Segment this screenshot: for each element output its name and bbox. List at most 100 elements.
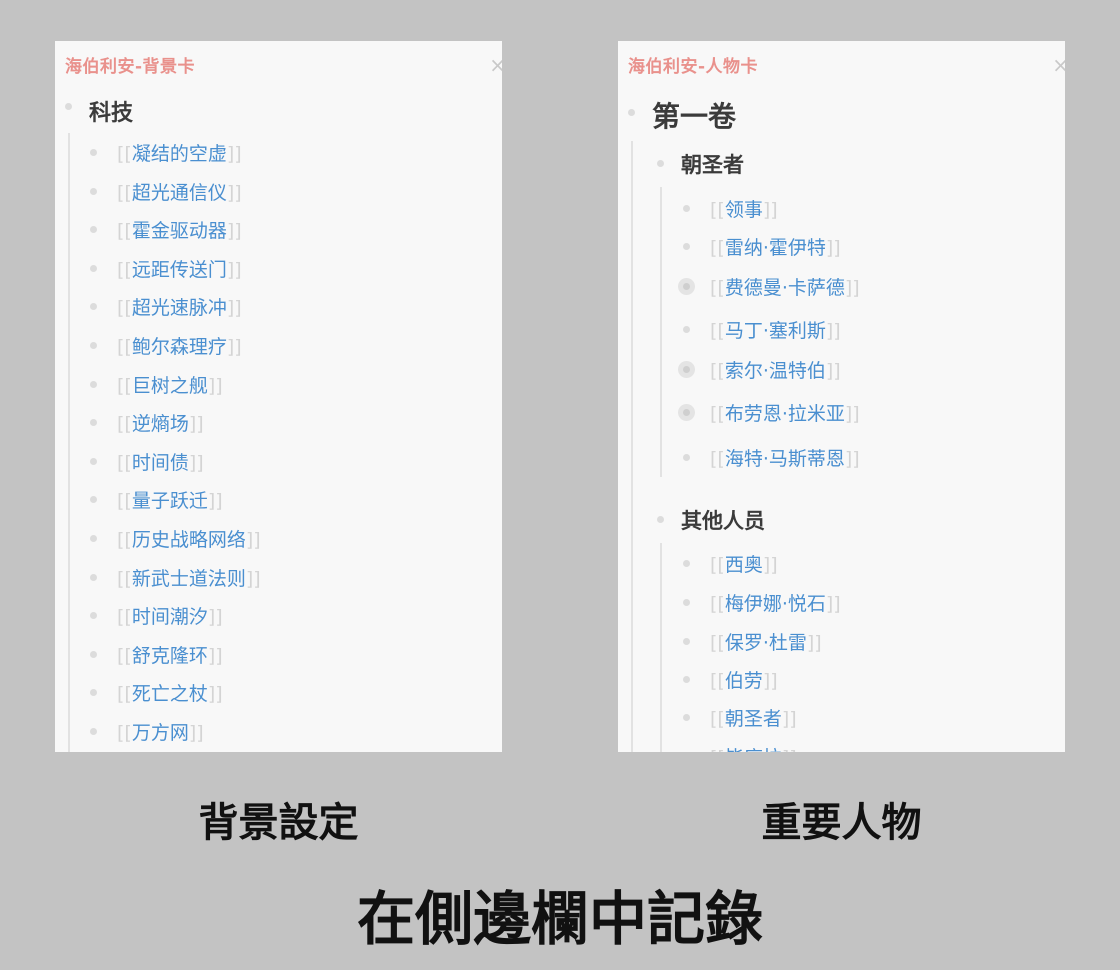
wiki-link-item[interactable]: [[量子跃迁]] bbox=[117, 486, 223, 513]
bullet-icon[interactable] bbox=[90, 380, 97, 388]
group-heading: 其他人员 bbox=[681, 509, 765, 533]
bullet-icon[interactable] bbox=[683, 560, 690, 567]
indent-guide bbox=[660, 543, 662, 752]
bullet-icon[interactable] bbox=[90, 226, 97, 234]
wiki-link-item[interactable]: [[保罗·杜雷]] bbox=[710, 628, 822, 655]
close-icon[interactable]: × bbox=[489, 53, 502, 77]
volume-bullet-icon[interactable] bbox=[628, 109, 635, 116]
wiki-link-text: 保罗·杜雷 bbox=[724, 632, 807, 654]
wiki-link-item[interactable]: [[时间潮汐]] bbox=[117, 602, 223, 629]
wiki-link-text: 索尔·温特伯 bbox=[724, 360, 826, 382]
indent-guide bbox=[660, 187, 662, 477]
group-bullet-icon[interactable] bbox=[657, 516, 664, 523]
wiki-link-item[interactable]: [[西奥]] bbox=[710, 550, 778, 577]
collapsed-bullet-icon[interactable] bbox=[678, 404, 695, 421]
wiki-link-item[interactable]: [[历史战略网络]] bbox=[117, 525, 261, 552]
wiki-link-text: 量子跃迁 bbox=[131, 490, 208, 513]
wiki-link-text: 舒克隆环 bbox=[131, 644, 208, 667]
panel-title: 海伯利安-背景卡 bbox=[65, 57, 196, 77]
wiki-link-item[interactable]: [[索尔·温特伯]] bbox=[710, 356, 841, 383]
indent-guide bbox=[631, 141, 633, 752]
wiki-link-item[interactable]: [[逆熵场]] bbox=[117, 409, 204, 436]
wiki-link-text: 凝结的空虚 bbox=[131, 143, 227, 165]
wiki-link-text: 海特·马斯蒂恩 bbox=[724, 448, 845, 470]
wiki-link-item[interactable]: [[朝圣者]] bbox=[710, 704, 797, 731]
wiki-link-text: 霍金驱动器 bbox=[131, 220, 227, 243]
bullet-icon[interactable] bbox=[90, 612, 97, 620]
wiki-link-text: 远距传送门 bbox=[131, 258, 227, 281]
wiki-link-text: 毕底拉 bbox=[725, 747, 782, 752]
bullet-icon[interactable] bbox=[683, 714, 690, 721]
close-icon[interactable]: × bbox=[1052, 53, 1065, 77]
wiki-link-item[interactable]: [[远距传送门]] bbox=[117, 255, 242, 282]
wiki-link-text: 朝圣者 bbox=[724, 708, 782, 730]
wiki-link-text: 超光速脉冲 bbox=[131, 297, 227, 320]
bullet-icon[interactable] bbox=[683, 676, 690, 683]
wiki-link-item[interactable]: [[霍金驱动器]] bbox=[117, 216, 242, 243]
section-bullet-icon[interactable] bbox=[65, 103, 72, 110]
bullet-icon[interactable] bbox=[90, 264, 97, 272]
bullet-icon[interactable] bbox=[683, 243, 690, 250]
wiki-link-item[interactable]: [[超光速脉冲]] bbox=[117, 293, 242, 320]
volume-heading: 第一卷 bbox=[652, 100, 737, 133]
wiki-link-text: 梅伊娜·悦石 bbox=[724, 593, 826, 615]
wiki-link-text: 伯劳 bbox=[724, 670, 763, 692]
bullet-icon[interactable] bbox=[90, 342, 97, 349]
wiki-link-item[interactable]: [[万方网]] bbox=[117, 718, 204, 745]
bullet-icon[interactable] bbox=[90, 573, 97, 581]
panel-title: 海伯利安-人物卡 bbox=[628, 57, 759, 77]
bullet-icon[interactable] bbox=[90, 457, 97, 465]
wiki-link-item[interactable]: [[费德曼·卡萨德]] bbox=[710, 273, 860, 300]
wiki-link-item[interactable]: [[巨树之舰]] bbox=[117, 371, 223, 398]
wiki-link-item[interactable]: [[海特·马斯蒂恩]] bbox=[710, 444, 860, 471]
bullet-icon[interactable] bbox=[90, 689, 97, 697]
group-heading: 朝圣者 bbox=[681, 153, 744, 177]
collapsed-bullet-icon[interactable] bbox=[678, 361, 695, 378]
wiki-link-item[interactable]: [[舒克隆环]] bbox=[117, 641, 223, 668]
wiki-link-item[interactable]: [[超光通信仪]] bbox=[117, 178, 242, 205]
wiki-link-item[interactable]: [[鲍尔森理疗]] bbox=[117, 332, 242, 359]
left-sidebar-panel: 海伯利安-背景卡 × 科技 [[凝结的空虚]] [[超光通信仪]] [[霍金驱动器]… bbox=[55, 41, 502, 752]
bullet-icon[interactable] bbox=[683, 638, 690, 645]
wiki-link-text: 鲍尔森理疗 bbox=[131, 336, 227, 358]
bullet-icon[interactable] bbox=[683, 454, 690, 461]
wiki-link-item[interactable]: [[马丁·塞利斯]] bbox=[710, 316, 841, 343]
wiki-link-text: 雷纳·霍伊特 bbox=[724, 237, 826, 259]
wiki-link-text: 马丁·塞利斯 bbox=[724, 320, 826, 342]
wiki-link-item[interactable]: [[布劳恩·拉米亚]] bbox=[710, 399, 860, 426]
wiki-link-item[interactable]: [[雷纳·霍伊特]] bbox=[710, 233, 841, 260]
bullet-icon[interactable] bbox=[90, 149, 97, 156]
right-sidebar-panel: 海伯利安-人物卡 × 第一卷 朝圣者 [[领事]] [[雷纳·霍伊特]] [[费德曼·… bbox=[618, 41, 1065, 752]
wiki-link-text: 费德曼·卡萨德 bbox=[724, 277, 845, 299]
wiki-link-item[interactable]: [[梅伊娜·悦石]] bbox=[710, 589, 841, 616]
bullet-icon[interactable] bbox=[90, 419, 97, 427]
bullet-icon[interactable] bbox=[90, 728, 97, 735]
caption-key-characters: 重要人物 bbox=[761, 799, 922, 846]
group-bullet-icon[interactable] bbox=[657, 160, 664, 167]
wiki-link-text: 时间潮汐 bbox=[131, 606, 208, 629]
wiki-link-text: 死亡之杖 bbox=[131, 683, 208, 706]
bullet-icon[interactable] bbox=[90, 650, 97, 658]
wiki-link-text: 逆熵场 bbox=[131, 413, 189, 436]
wiki-link-text: 万方网 bbox=[131, 722, 189, 744]
bullet-icon[interactable] bbox=[683, 599, 690, 606]
bullet-icon[interactable] bbox=[683, 205, 690, 212]
bullet-icon[interactable] bbox=[90, 496, 97, 504]
collapsed-bullet-icon[interactable] bbox=[678, 278, 695, 295]
wiki-link-item[interactable]: [[领事]] bbox=[710, 195, 778, 222]
bullet-icon[interactable] bbox=[90, 535, 97, 542]
wiki-link-text: 领事 bbox=[724, 199, 763, 221]
wiki-link-item[interactable]: [[毕底拉]] bbox=[710, 743, 797, 752]
wiki-link-item[interactable]: [[凝结的空虚]] bbox=[117, 139, 242, 166]
wiki-link-text: 西奥 bbox=[724, 554, 763, 576]
wiki-link-item[interactable]: [[伯劳]] bbox=[710, 666, 778, 693]
wiki-link-text: 历史战略网络 bbox=[131, 529, 246, 551]
wiki-link-text: 布劳恩·拉米亚 bbox=[724, 403, 845, 425]
wiki-link-item[interactable]: [[时间债]] bbox=[117, 448, 204, 475]
indent-guide bbox=[68, 133, 70, 752]
wiki-link-item[interactable]: [[死亡之杖]] bbox=[117, 679, 223, 706]
bullet-icon[interactable] bbox=[683, 326, 690, 333]
wiki-link-item[interactable]: [[新武士道法则]] bbox=[117, 564, 261, 591]
bullet-icon[interactable] bbox=[90, 303, 97, 311]
bullet-icon[interactable] bbox=[90, 187, 97, 195]
